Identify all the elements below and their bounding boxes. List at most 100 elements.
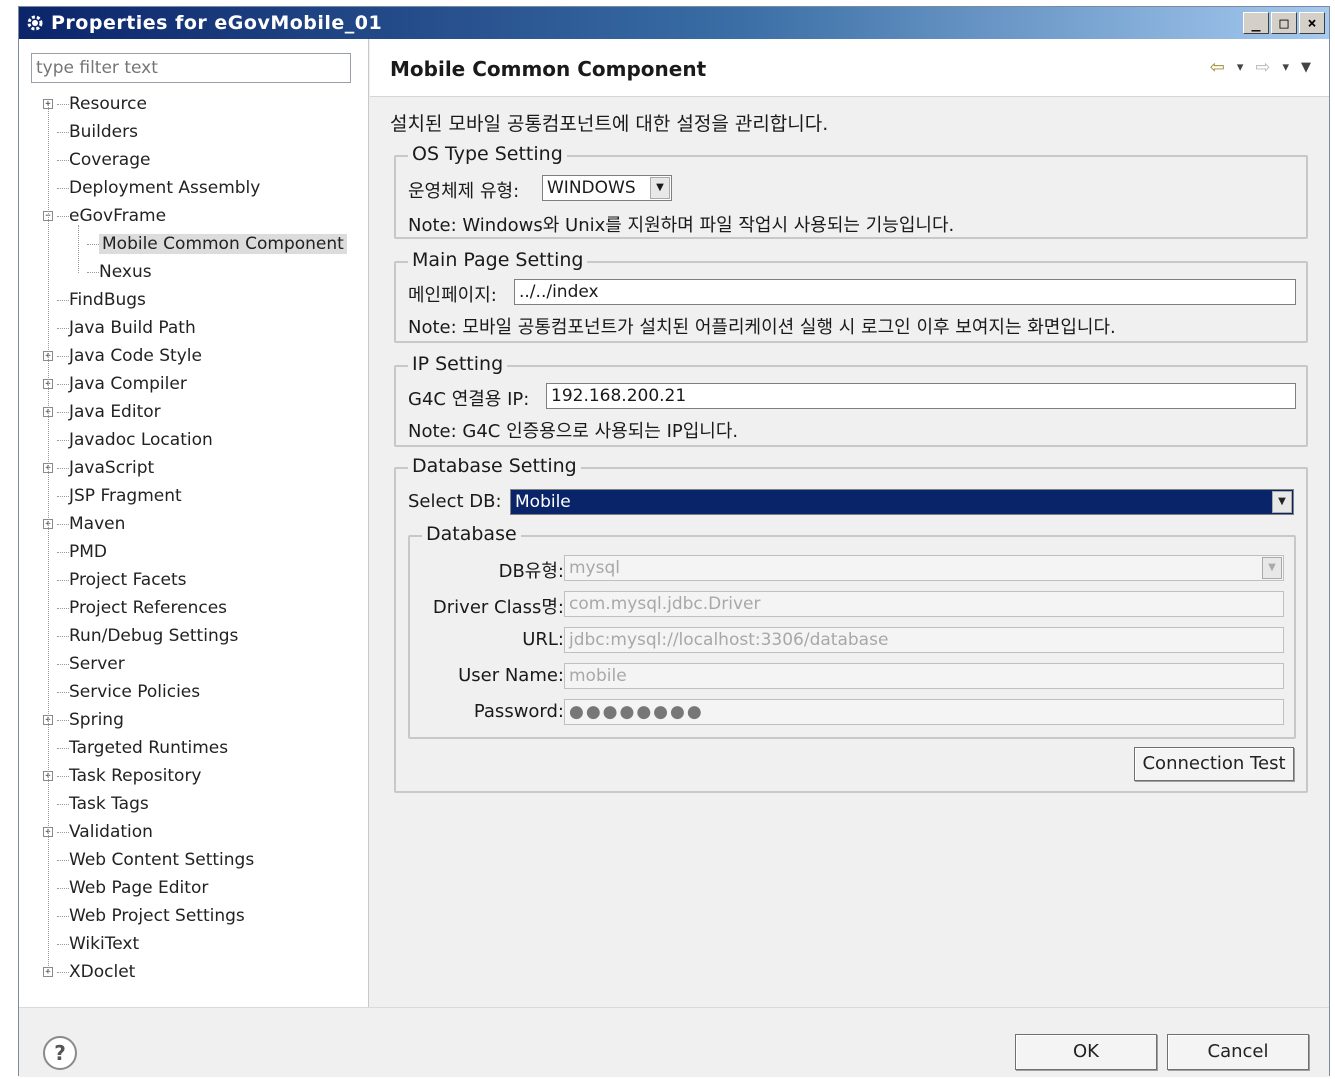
tree-item[interactable]: Java Compiler — [69, 371, 187, 397]
tree-item[interactable]: Nexus — [99, 259, 152, 285]
tree-item-label: Project References — [69, 598, 228, 618]
url-input[interactable]: jdbc:mysql://localhost:3306/database — [564, 627, 1284, 653]
tree-connector — [57, 412, 69, 413]
view-menu-icon[interactable]: ▼ — [1301, 57, 1311, 78]
tree-item-label: Validation — [69, 822, 153, 842]
help-icon[interactable]: ? — [43, 1036, 77, 1070]
tree-item[interactable]: Javadoc Location — [69, 427, 213, 453]
tree-guide-line — [48, 104, 49, 972]
database-group: Database Setting Select DB: Mobile ▼ Dat… — [394, 455, 1308, 793]
tree-item[interactable]: Server — [69, 651, 125, 677]
tree-connector — [57, 356, 69, 357]
tree-connector — [57, 860, 69, 861]
os-type-note: Note: Windows와 Unix를 지원하며 파일 작업시 사용되는 기능… — [408, 215, 955, 236]
tree-item[interactable]: Mobile Common Component — [99, 231, 347, 257]
maximize-button[interactable]: □ — [1271, 12, 1297, 34]
page-description: 설치된 모바일 공통컴포넌트에 대한 설정을 관리합니다. — [390, 113, 829, 135]
chevron-down-icon[interactable]: ▼ — [650, 177, 670, 199]
tree-item[interactable]: FindBugs — [69, 287, 146, 313]
tree-item[interactable]: JavaScript — [69, 455, 154, 481]
tree-item[interactable]: Project References — [69, 595, 227, 621]
tree-item-label: Deployment Assembly — [69, 178, 261, 198]
ip-group-label: IP Setting — [408, 353, 508, 375]
tree-item-label: Service Policies — [69, 682, 201, 702]
close-button[interactable]: × — [1299, 12, 1325, 34]
main-page-input[interactable]: ../../index — [514, 279, 1296, 305]
tree-item[interactable]: XDoclet — [69, 959, 135, 985]
gear-icon — [25, 13, 45, 33]
password-input[interactable]: ●●●●●●●● — [564, 699, 1284, 725]
cancel-button[interactable]: Cancel — [1167, 1034, 1309, 1070]
database-subgroup: Database DB유형: mysql ▼ Driver Class명: co… — [408, 523, 1296, 739]
tree-item[interactable]: Task Repository — [69, 763, 202, 789]
back-dropdown-icon[interactable]: ▾ — [1237, 57, 1244, 78]
tree-item[interactable]: Java Code Style — [69, 343, 202, 369]
tree-connector — [57, 468, 69, 469]
minimize-button[interactable]: _ — [1243, 12, 1269, 34]
filter-input[interactable] — [31, 53, 351, 83]
tree-item-label: Targeted Runtimes — [69, 738, 229, 758]
tree-item-label: Web Project Settings — [69, 906, 245, 926]
forward-dropdown-icon[interactable]: ▾ — [1282, 57, 1289, 78]
main-page-note: Note: 모바일 공통컴포넌트가 설치된 어플리케이션 실행 시 로그인 이후… — [408, 317, 1116, 338]
tree-connector — [57, 776, 69, 777]
tree-item[interactable]: Web Project Settings — [69, 903, 245, 929]
tree-item[interactable]: Resource — [69, 91, 147, 117]
tree-item[interactable]: Deployment Assembly — [69, 175, 260, 201]
tree-connector — [57, 692, 69, 693]
password-label: Password: — [473, 701, 564, 722]
tree-item[interactable]: WikiText — [69, 931, 139, 957]
tree-item-label: Project Facets — [69, 570, 187, 590]
tree-item[interactable]: Java Build Path — [69, 315, 196, 341]
tree-item[interactable]: Targeted Runtimes — [69, 735, 228, 761]
forward-arrow-icon[interactable]: ⇨ — [1255, 57, 1270, 78]
back-arrow-icon[interactable]: ⇦ — [1210, 57, 1225, 78]
os-type-group: OS Type Setting 운영체제 유형: WINDOWS ▼ Note:… — [394, 143, 1308, 239]
tree-item-label: Java Build Path — [69, 318, 196, 338]
tree-item[interactable]: Coverage — [69, 147, 150, 173]
tree-connector — [57, 524, 69, 525]
chevron-down-icon[interactable]: ▼ — [1272, 491, 1292, 513]
driver-class-label: Driver Class명: — [432, 597, 564, 618]
properties-dialog: Properties for eGovMobile_01 _ □ × Resou… — [18, 6, 1330, 1077]
tree-item[interactable]: eGovFrame — [69, 203, 166, 229]
tree-item[interactable]: Run/Debug Settings — [69, 623, 238, 649]
page-title: Mobile Common Component — [390, 57, 707, 81]
ip-input[interactable]: 192.168.200.21 — [546, 383, 1296, 409]
tree-item-label: JavaScript — [69, 458, 155, 478]
tree-item[interactable]: Maven — [69, 511, 125, 537]
chevron-down-icon[interactable]: ▼ — [1262, 557, 1282, 579]
tree-item[interactable]: Builders — [69, 119, 138, 145]
tree-item[interactable]: Spring — [69, 707, 124, 733]
tree-connector — [57, 608, 69, 609]
tree-guide-line — [78, 225, 79, 273]
tree-item[interactable]: JSP Fragment — [69, 483, 182, 509]
os-type-select[interactable]: WINDOWS ▼ — [542, 175, 672, 201]
tree-item-label: eGovFrame — [69, 206, 167, 226]
tree-item-label: Resource — [69, 94, 147, 114]
tree-item[interactable]: PMD — [69, 539, 107, 565]
connection-test-button[interactable]: Connection Test — [1134, 747, 1294, 781]
tree-item[interactable]: Task Tags — [69, 791, 149, 817]
dialog-footer: ? OK Cancel — [19, 1007, 1329, 1077]
tree-item[interactable]: Web Page Editor — [69, 875, 208, 901]
tree-item-label: Java Editor — [69, 402, 161, 422]
url-label: URL: — [522, 629, 564, 650]
tree-connector — [57, 972, 69, 973]
tree-item[interactable]: Project Facets — [69, 567, 187, 593]
db-type-select[interactable]: mysql ▼ — [564, 555, 1284, 581]
tree-item[interactable]: Web Content Settings — [69, 847, 254, 873]
tree-item-label: Nexus — [99, 262, 152, 282]
tree-item-label: Task Repository — [69, 766, 202, 786]
user-name-input[interactable]: mobile — [564, 663, 1284, 689]
tree-item[interactable]: Java Editor — [69, 399, 161, 425]
tree-item-label: Maven — [69, 514, 126, 534]
window-title: Properties for eGovMobile_01 — [51, 12, 383, 34]
title-bar[interactable]: Properties for eGovMobile_01 _ □ × — [19, 7, 1329, 39]
tree-item[interactable]: Validation — [69, 819, 153, 845]
tree-item[interactable]: Service Policies — [69, 679, 200, 705]
ok-button[interactable]: OK — [1015, 1034, 1157, 1070]
tree-item-label: Task Tags — [69, 794, 149, 814]
driver-class-input[interactable]: com.mysql.jdbc.Driver — [564, 591, 1284, 617]
select-db-combo[interactable]: Mobile ▼ — [510, 489, 1294, 515]
